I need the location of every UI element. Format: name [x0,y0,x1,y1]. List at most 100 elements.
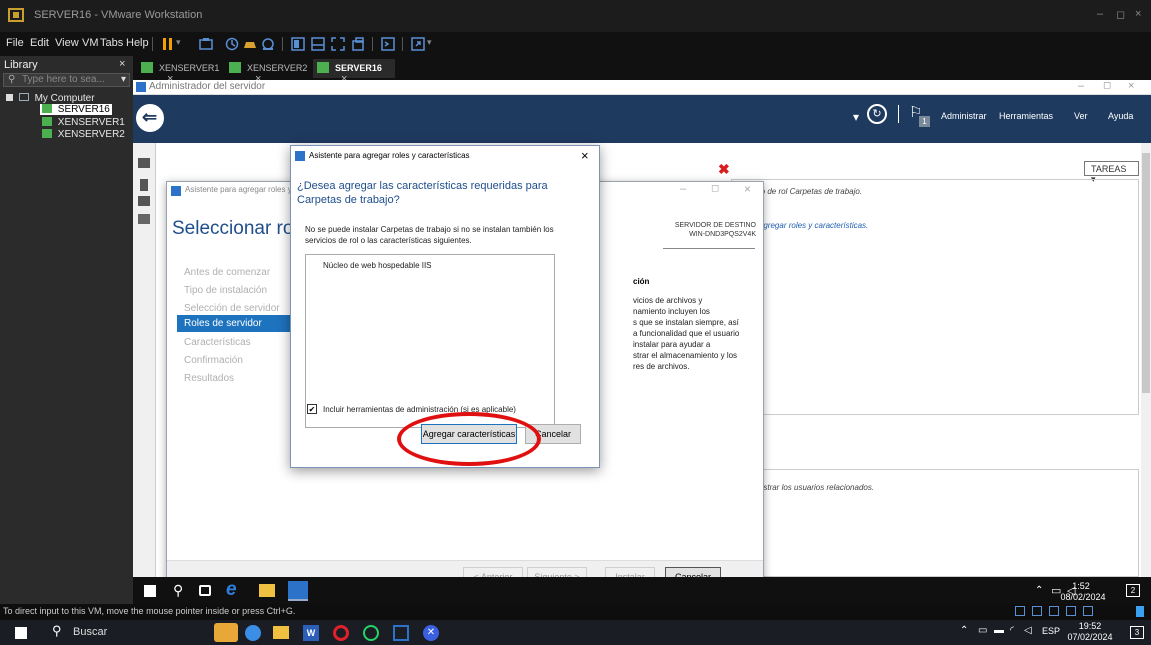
file-explorer-icon[interactable] [273,626,289,639]
speaker-icon[interactable]: ◁ [1024,625,1032,636]
wizard-maximize-button[interactable]: ◻ [711,183,719,194]
pause-icon[interactable] [160,36,176,52]
host-search-box[interactable]: Buscar [73,626,107,638]
close-button[interactable]: × [1135,8,1141,20]
sm-maximize-button[interactable]: ◻ [1103,80,1111,91]
guest-clock-time[interactable]: 1:52 [1071,581,1091,591]
snapshot-icon[interactable] [224,36,240,52]
refresh-icon[interactable]: ↻ [867,104,887,124]
wizard-minimize-button[interactable]: – [680,183,686,195]
tab-xenserver1[interactable]: XENSERVER1 × [137,59,225,85]
server-manager-taskbar-icon[interactable] [288,581,308,601]
host-tray-icon[interactable]: ▭ [978,625,987,636]
view-console-icon[interactable] [310,36,326,52]
tree-item-my-computer[interactable]: My Computer [6,93,95,104]
previous-button[interactable]: < Anterior [463,567,523,577]
search-icon[interactable]: ⚲ [173,582,183,599]
wizard-cancel-button[interactable]: Cancelar [665,567,721,577]
file-services-icon[interactable] [138,214,150,224]
features-list[interactable]: Núcleo de web hospedable IIS [305,254,555,428]
back-button[interactable]: ⇐ [136,104,164,132]
include-tools-checkbox[interactable]: ✔ [307,404,317,414]
library-search-input[interactable]: ⚲ Type here to sea... ▾ [3,73,130,87]
network-status-icon[interactable] [1049,606,1059,616]
tab-server16[interactable]: SERVER16 × [313,59,395,85]
fullscreen-icon[interactable] [330,36,346,52]
library-close-button[interactable]: × [119,58,125,70]
dialog-close-button[interactable]: × [581,148,589,163]
menu-ayuda[interactable]: Ayuda [1108,111,1133,121]
guest-screen[interactable]: Administrador del servidor – ◻ × ⇐ ▾ ↻ ⚐… [133,80,1151,577]
tareas-button[interactable]: TAREAS ▾ [1084,161,1139,184]
search-dropdown-icon[interactable]: ▾ [121,74,126,86]
send-keys-icon[interactable] [198,36,214,52]
menu-edit[interactable]: Edit [30,37,49,49]
tree-item-xenserver1[interactable]: XENSERVER1 [42,117,125,128]
wifi-icon[interactable]: ◜ [1010,625,1014,636]
host-clock-date[interactable]: 07/02/2024 [1060,632,1120,642]
nav-roles-servidor[interactable]: Roles de servidor [177,315,292,332]
whatsapp-icon[interactable] [363,625,379,641]
collapse-icon[interactable] [6,94,13,101]
nav-antes-de-comenzar[interactable]: Antes de comenzar [184,267,270,278]
maximize-button[interactable]: ◻ [1116,8,1125,21]
hdd-status-icon[interactable] [1015,606,1025,616]
windows-start-icon[interactable] [144,585,156,597]
app-x-icon[interactable]: ✕ [423,625,439,641]
scrollbar-thumb[interactable] [1142,153,1150,393]
main-scrollbar[interactable] [1141,143,1151,577]
guest-clock-date[interactable]: 08/02/2024 [1059,592,1107,602]
stretch-dropdown-icon[interactable]: ▾ [427,37,432,48]
nav-confirmacion[interactable]: Confirmación [184,355,243,366]
minimize-button[interactable]: – [1097,8,1103,20]
word-icon[interactable]: W [303,625,319,641]
nav-tipo-instalacion[interactable]: Tipo de instalación [184,285,267,296]
search-icon[interactable]: ⚲ [52,623,62,639]
menu-tabs[interactable]: Tabs [100,37,123,49]
sm-close-button[interactable]: × [1128,80,1134,92]
widgets-icon[interactable] [214,623,238,642]
host-language[interactable]: ESP [1042,626,1060,636]
guest-notification-icon[interactable]: 2 [1126,584,1140,597]
menu-administrar[interactable]: Administrar [941,111,987,121]
ie-icon[interactable]: e [226,579,237,601]
nav-resultados[interactable]: Resultados [184,373,234,384]
snapshot-manager-icon[interactable] [260,36,276,52]
opera-icon[interactable] [333,625,349,641]
host-clock-time[interactable]: 19:52 [1066,621,1114,631]
host-tray-chevron-icon[interactable]: ⌃ [960,625,968,636]
install-button[interactable]: Instalar [605,567,655,577]
windows-start-icon[interactable] [15,627,27,639]
menu-herramientas[interactable]: Herramientas [999,111,1053,121]
local-server-icon[interactable] [140,179,148,191]
menu-vm[interactable]: VM [82,37,99,49]
nav-caracteristicas[interactable]: Características [184,337,251,348]
pause-dropdown-icon[interactable]: ▾ [176,37,181,48]
dashboard-icon[interactable] [138,158,150,168]
tab-xenserver2[interactable]: XENSERVER2 × [225,59,313,85]
nav-seleccion-servidor[interactable]: Selección de servidor [184,303,280,314]
revert-snapshot-icon[interactable] [242,36,258,52]
host-tray-icon[interactable]: ▬ [994,625,1004,636]
all-servers-icon[interactable] [138,196,150,206]
menu-view[interactable]: View [55,37,79,49]
task-view-icon[interactable] [199,585,211,596]
menu-file[interactable]: File [6,37,24,49]
usb-status-icon[interactable] [1066,606,1076,616]
copilot-icon[interactable] [245,625,261,641]
next-button[interactable]: Siguiente > [527,567,587,577]
tray-chevron-icon[interactable]: ⌃ [1035,585,1043,596]
tree-item-server16[interactable]: SERVER16 [40,104,112,115]
unity-icon[interactable] [350,36,366,52]
view-full-icon[interactable] [290,36,306,52]
cd-status-icon[interactable] [1032,606,1042,616]
sm-minimize-button[interactable]: – [1078,80,1084,92]
file-explorer-icon[interactable] [259,584,275,597]
vmware-taskbar-icon[interactable] [393,625,409,641]
stretch-icon[interactable] [410,36,426,52]
tree-item-xenserver2[interactable]: XENSERVER2 [42,129,125,140]
menu-ver[interactable]: Ver [1074,111,1088,121]
console-icon[interactable] [380,36,396,52]
manage-dropdown-icon[interactable]: ▾ [853,110,859,124]
sound-status-icon[interactable] [1083,606,1093,616]
